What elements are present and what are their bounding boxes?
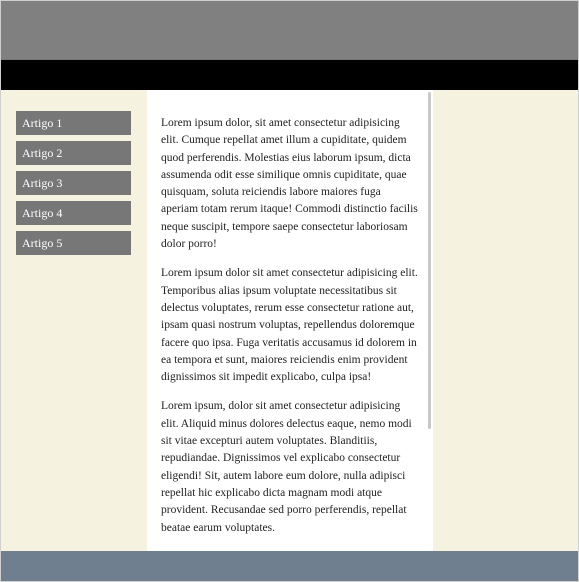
article-panel: Lorem ipsum dolor, sit amet consectetur … [147,90,433,551]
article-paragraph-1: Lorem ipsum dolor, sit amet consectetur … [161,117,418,251]
sidebar-item-artigo-2[interactable]: Artigo 2 [16,141,131,165]
footer [1,551,578,581]
header [1,1,578,60]
page: Artigo 1 Artigo 2 Artigo 3 Artigo 4 Arti… [0,0,579,582]
content-area: Artigo 1 Artigo 2 Artigo 3 Artigo 4 Arti… [1,90,578,551]
article-content[interactable]: Lorem ipsum dolor, sit amet consectetur … [147,90,427,551]
sidebar: Artigo 1 Artigo 2 Artigo 3 Artigo 4 Arti… [16,111,131,261]
vertical-scrollbar[interactable] [428,92,431,429]
sidebar-item-artigo-1[interactable]: Artigo 1 [16,111,131,135]
article-paragraph-3: Lorem ipsum, dolor sit amet consectetur … [161,400,412,534]
sidebar-item-artigo-4[interactable]: Artigo 4 [16,201,131,225]
article-paragraph-2: Lorem ipsum dolor sit amet consectetur a… [161,267,418,384]
sidebar-item-artigo-5[interactable]: Artigo 5 [16,231,131,255]
sidebar-item-artigo-3[interactable]: Artigo 3 [16,171,131,195]
nav-bar [1,60,578,90]
